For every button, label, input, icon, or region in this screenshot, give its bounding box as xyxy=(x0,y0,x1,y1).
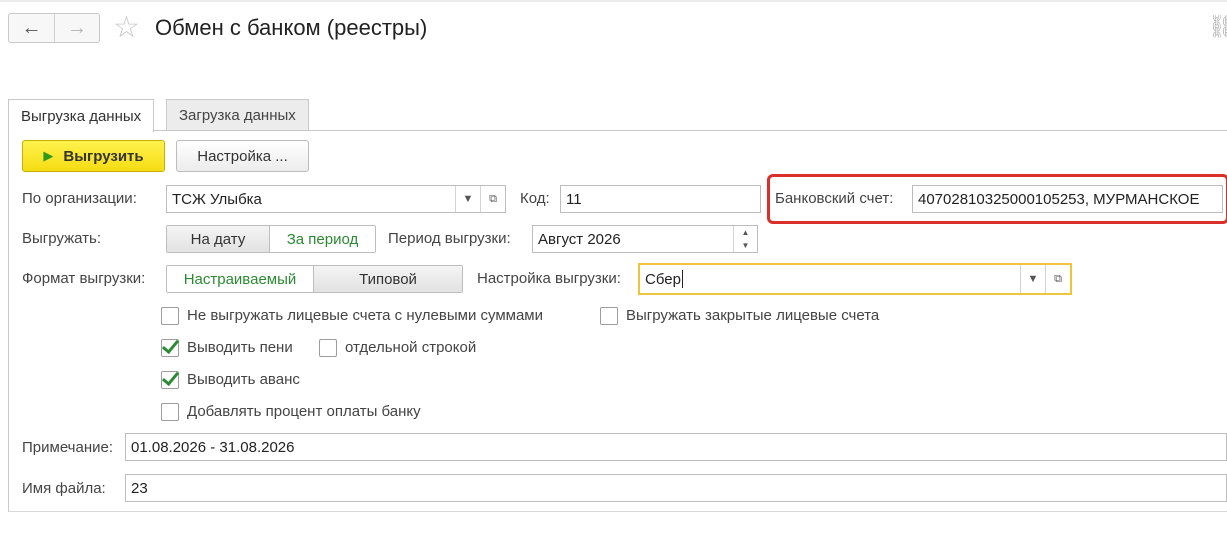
checkbox-show-penalties[interactable] xyxy=(161,339,179,357)
note-field[interactable]: 01.08.2026 - 31.08.2026 xyxy=(125,433,1227,461)
toggle-for-period[interactable]: За период xyxy=(269,226,375,252)
back-icon[interactable]: ← xyxy=(9,14,54,42)
tab-export-data[interactable]: Выгрузка данных xyxy=(8,99,155,132)
toggle-customizable[interactable]: Настраиваемый xyxy=(167,266,313,292)
checkbox-skip-zero-accounts[interactable] xyxy=(161,307,179,325)
checkbox-bank-fee-percent[interactable] xyxy=(161,403,179,421)
period-field[interactable]: Август 2026 ▲ ▼ xyxy=(532,225,758,253)
export-setting-value: Сбер xyxy=(645,270,681,288)
checkbox-export-closed-accounts-label: Выгружать закрытые лицевые счета xyxy=(626,307,880,324)
tab-import-data[interactable]: Загрузка данных xyxy=(166,99,309,131)
note-label: Примечание: xyxy=(22,439,113,456)
organization-field[interactable]: ТСЖ Улыбка ▼ ⧉ xyxy=(166,185,506,213)
filename-label: Имя файла: xyxy=(22,480,106,497)
chevron-down-icon[interactable]: ▼ xyxy=(1020,265,1045,293)
link-icon[interactable]: ⛓ xyxy=(1208,14,1227,40)
format-label: Формат выгрузки: xyxy=(22,270,146,287)
favorite-star-icon[interactable]: ☆ xyxy=(113,13,140,43)
checkbox-separate-line[interactable] xyxy=(319,339,337,357)
open-form-icon[interactable]: ⧉ xyxy=(480,186,505,212)
toggle-standard[interactable]: Типовой xyxy=(313,266,462,292)
spin-up-icon[interactable]: ▲ xyxy=(734,226,757,239)
filename-field[interactable]: 23 xyxy=(125,474,1227,502)
play-icon: ▶ xyxy=(43,148,54,163)
export-mode-toggle: На дату За период xyxy=(166,225,376,253)
bank-account-label: Банковский счет: xyxy=(775,190,894,207)
settings-button[interactable]: Настройка ... xyxy=(176,140,309,172)
toggle-on-date[interactable]: На дату xyxy=(167,226,269,252)
export-button[interactable]: ▶ Выгрузить xyxy=(22,140,165,172)
checkbox-show-advance-label: Выводить аванс xyxy=(187,371,300,388)
export-setting-label: Настройка выгрузки: xyxy=(477,270,621,287)
checkbox-export-closed-accounts[interactable] xyxy=(600,307,618,325)
checkbox-show-advance[interactable] xyxy=(161,371,179,389)
forward-icon[interactable]: → xyxy=(53,14,99,42)
top-divider xyxy=(0,0,1227,2)
organization-value: ТСЖ Улыбка xyxy=(172,190,262,208)
text-caret xyxy=(681,270,683,288)
page-title: Обмен с банком (реестры) xyxy=(155,15,428,40)
chevron-down-icon[interactable]: ▼ xyxy=(455,186,480,212)
checkbox-bank-fee-percent-label: Добавлять процент оплаты банку xyxy=(187,403,421,420)
export-mode-label: Выгружать: xyxy=(22,230,101,247)
navigation-buttons: ← → xyxy=(8,13,100,43)
period-spinner[interactable]: ▲ ▼ xyxy=(733,226,757,252)
checkbox-show-penalties-label: Выводить пени xyxy=(187,339,293,356)
period-value: Август 2026 xyxy=(538,230,621,248)
export-button-label: Выгрузить xyxy=(63,147,144,165)
code-field[interactable]: 11 xyxy=(560,185,761,213)
checkbox-separate-line-label: отдельной строкой xyxy=(345,339,477,356)
code-label: Код: xyxy=(520,190,550,207)
export-setting-field[interactable]: Сбер ▼ ⧉ xyxy=(638,263,1072,295)
format-toggle: Настраиваемый Типовой xyxy=(166,265,463,293)
checkbox-skip-zero-accounts-label: Не выгружать лицевые счета с нулевыми су… xyxy=(187,307,543,324)
bank-account-field[interactable]: 40702810325000105253, МУРМАНСКОЕ xyxy=(912,185,1223,213)
period-label: Период выгрузки: xyxy=(388,230,511,247)
organization-label: По организации: xyxy=(22,190,137,207)
open-form-icon[interactable]: ⧉ xyxy=(1045,265,1070,293)
spin-down-icon[interactable]: ▼ xyxy=(734,239,757,252)
